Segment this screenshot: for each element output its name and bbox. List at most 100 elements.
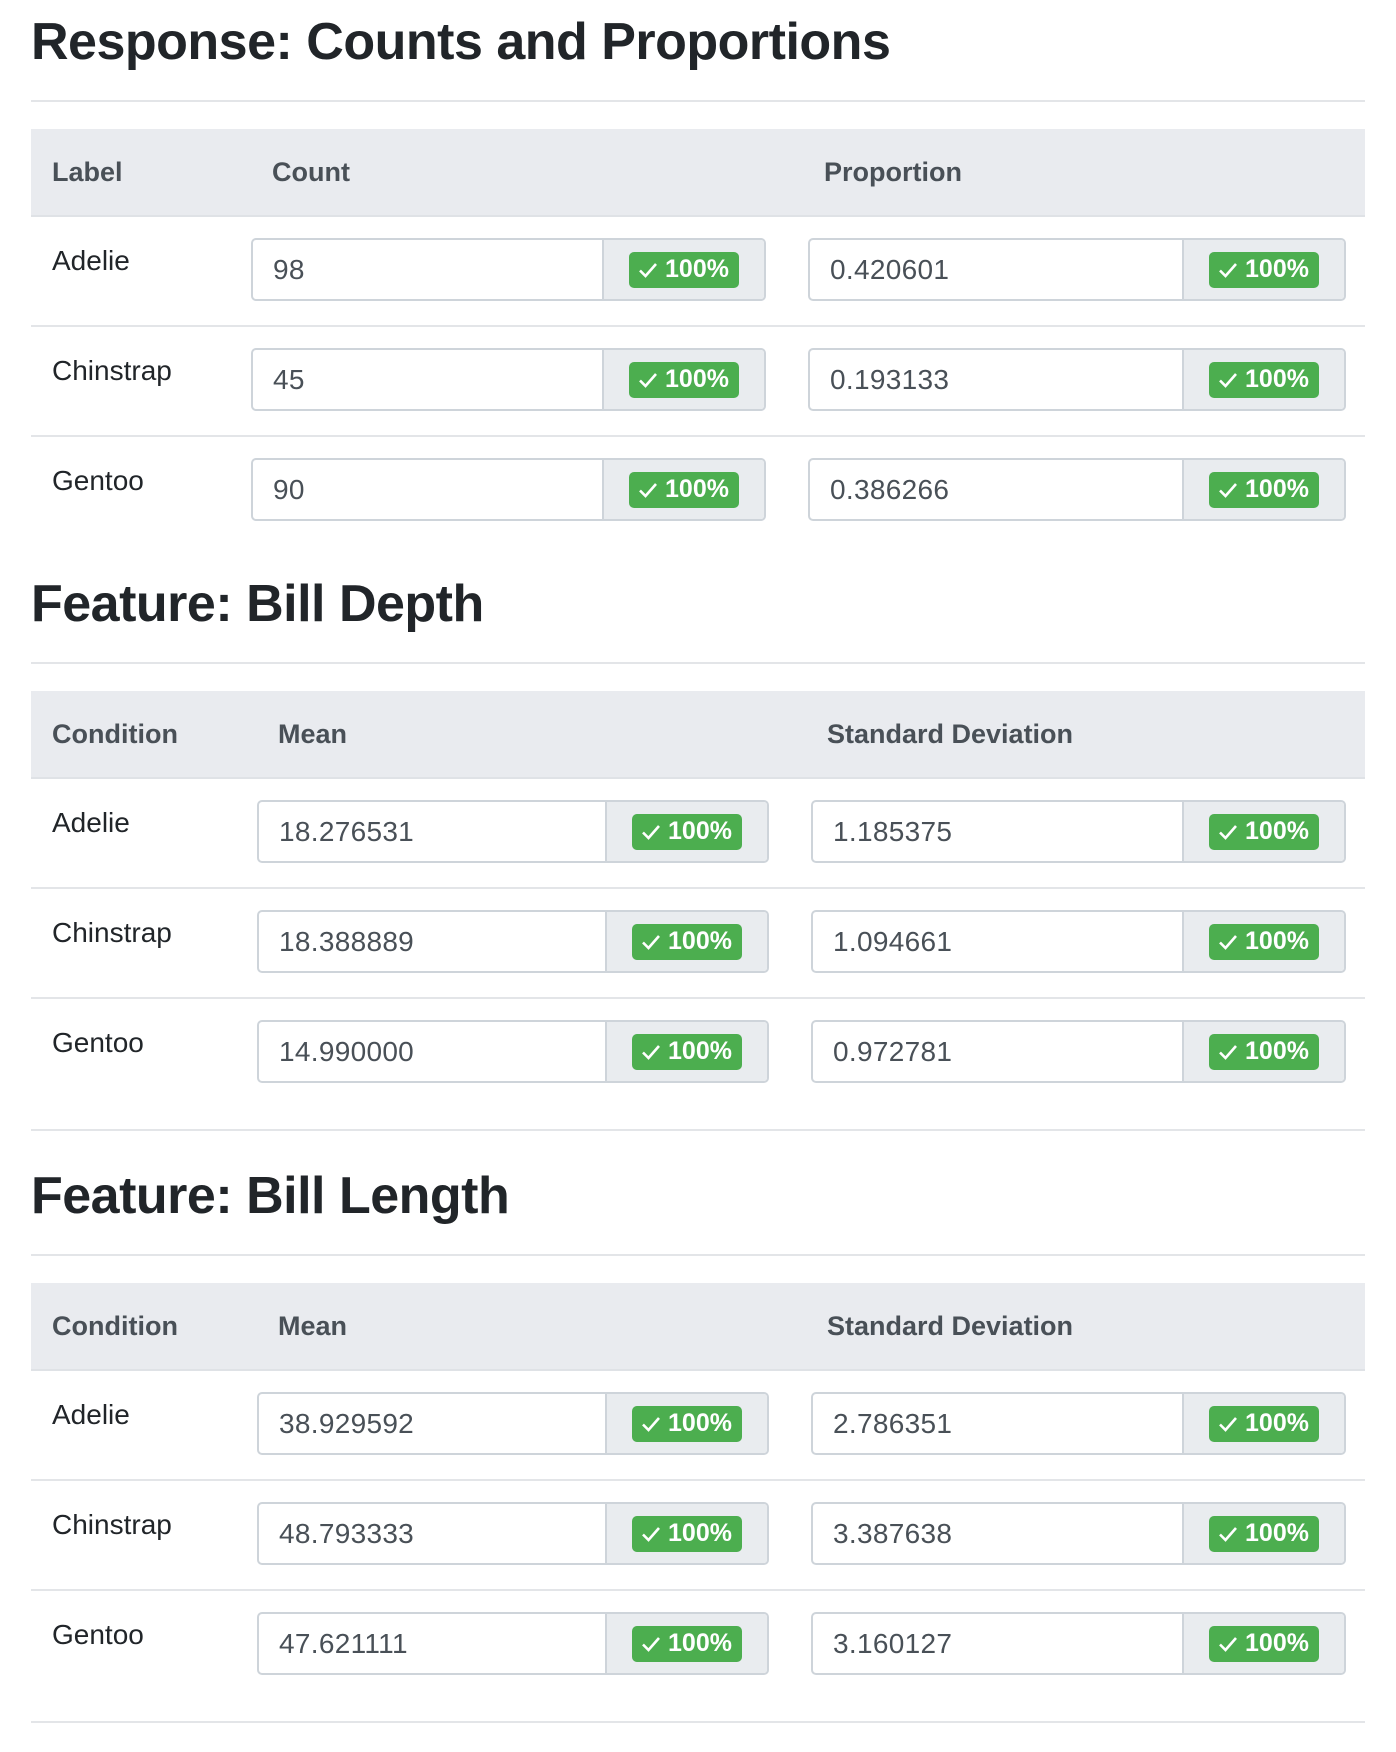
- count-field[interactable]: 45 100%: [251, 348, 766, 411]
- score-badge: 100%: [632, 1405, 742, 1442]
- score-badge: 100%: [1209, 361, 1319, 398]
- proportion-value[interactable]: 0.420601: [810, 240, 1184, 299]
- mean-value[interactable]: 48.793333: [259, 1504, 607, 1563]
- section-title: Feature: Bill Length: [31, 1167, 510, 1225]
- std-value[interactable]: 2.786351: [813, 1394, 1184, 1453]
- score-badge: 100%: [629, 361, 739, 398]
- column-header-proportion: Proportion: [808, 129, 1365, 217]
- table-header-row: Label Count Proportion: [31, 129, 1365, 217]
- score-badge: 100%: [1209, 1515, 1319, 1552]
- column-header-label: Label: [31, 129, 251, 217]
- mean-field[interactable]: 18.388889 100%: [257, 910, 769, 973]
- column-header-condition: Condition: [31, 691, 257, 779]
- table-header-row: Condition Mean Standard Deviation: [31, 691, 1365, 779]
- mean-field[interactable]: 14.990000 100%: [257, 1020, 769, 1083]
- table-row: Chinstrap 45 100% 0.193133 100%: [31, 326, 1365, 437]
- count-value[interactable]: 98: [253, 240, 604, 299]
- std-value[interactable]: 1.185375: [813, 802, 1184, 861]
- column-header-mean: Mean: [257, 691, 811, 779]
- std-value[interactable]: 0.972781: [813, 1022, 1184, 1081]
- mean-value[interactable]: 38.929592: [259, 1394, 607, 1453]
- mean-field[interactable]: 18.276531 100%: [257, 800, 769, 863]
- proportion-field[interactable]: 0.386266 100%: [808, 458, 1346, 521]
- count-field[interactable]: 98 100%: [251, 238, 766, 301]
- mean-value[interactable]: 47.621111: [259, 1614, 607, 1673]
- score-badge: 100%: [632, 1033, 742, 1070]
- proportion-value[interactable]: 0.193133: [810, 350, 1184, 409]
- check-icon: [1219, 1636, 1237, 1652]
- count-field[interactable]: 90 100%: [251, 458, 766, 521]
- std-field[interactable]: 0.972781 100%: [811, 1020, 1346, 1083]
- section-bill-depth: Feature: Bill Depth Condition Mean Stand…: [0, 578, 1396, 1131]
- bill-length-table: Condition Mean Standard Deviation Adelie…: [31, 1283, 1365, 1699]
- score-badge: 100%: [1209, 471, 1319, 508]
- check-icon: [639, 262, 657, 278]
- table-row: Adelie 38.929592 100% 2.786351 100%: [31, 1370, 1365, 1481]
- score-badge: 100%: [1209, 813, 1319, 850]
- section-divider: [31, 1721, 1365, 1723]
- check-icon: [1219, 1044, 1237, 1060]
- mean-field[interactable]: 47.621111 100%: [257, 1612, 769, 1675]
- score-badge: 100%: [632, 813, 742, 850]
- count-value[interactable]: 45: [253, 350, 604, 409]
- check-icon: [1219, 934, 1237, 950]
- table-row: Chinstrap 18.388889 100% 1.094661 100%: [31, 888, 1365, 999]
- score-badge: 100%: [1209, 1033, 1319, 1070]
- check-icon: [642, 824, 660, 840]
- check-icon: [639, 482, 657, 498]
- table-row: Adelie 98 100% 0.420601 100%: [31, 216, 1365, 327]
- proportion-value[interactable]: 0.386266: [810, 460, 1184, 519]
- std-value[interactable]: 3.160127: [813, 1614, 1184, 1673]
- check-icon: [642, 1636, 660, 1652]
- section-bill-length: Feature: Bill Length Condition Mean Stan…: [0, 1170, 1396, 1723]
- score-badge: 100%: [629, 471, 739, 508]
- row-label: Adelie: [52, 1399, 130, 1430]
- check-icon: [639, 372, 657, 388]
- row-label: Chinstrap: [52, 355, 172, 386]
- section-divider: [31, 100, 1365, 102]
- mean-field[interactable]: 38.929592 100%: [257, 1392, 769, 1455]
- column-header-mean: Mean: [257, 1283, 811, 1371]
- section-divider: [31, 1129, 1365, 1131]
- mean-field[interactable]: 48.793333 100%: [257, 1502, 769, 1565]
- check-icon: [1219, 1526, 1237, 1542]
- mean-value[interactable]: 14.990000: [259, 1022, 607, 1081]
- proportion-field[interactable]: 0.193133 100%: [808, 348, 1346, 411]
- std-field[interactable]: 3.387638 100%: [811, 1502, 1346, 1565]
- std-field[interactable]: 1.094661 100%: [811, 910, 1346, 973]
- proportion-field[interactable]: 0.420601 100%: [808, 238, 1346, 301]
- count-value[interactable]: 90: [253, 460, 604, 519]
- column-header-std: Standard Deviation: [811, 691, 1365, 779]
- std-field[interactable]: 2.786351 100%: [811, 1392, 1346, 1455]
- score-badge: 100%: [629, 251, 739, 288]
- table-header-row: Condition Mean Standard Deviation: [31, 1283, 1365, 1371]
- bill-depth-table: Condition Mean Standard Deviation Adelie…: [31, 691, 1365, 1107]
- std-value[interactable]: 3.387638: [813, 1504, 1184, 1563]
- column-header-condition: Condition: [31, 1283, 257, 1371]
- mean-value[interactable]: 18.388889: [259, 912, 607, 971]
- section-title: Feature: Bill Depth: [31, 575, 484, 633]
- section-divider: [31, 1254, 1365, 1256]
- section-title: Response: Counts and Proportions: [31, 13, 891, 71]
- table-row: Gentoo 47.621111 100% 3.160127 100%: [31, 1590, 1365, 1699]
- table-row: Gentoo 14.990000 100% 0.972781 100%: [31, 998, 1365, 1107]
- column-header-std: Standard Deviation: [811, 1283, 1365, 1371]
- score-badge: 100%: [1209, 251, 1319, 288]
- std-field[interactable]: 3.160127 100%: [811, 1612, 1346, 1675]
- row-label: Adelie: [52, 245, 130, 276]
- row-label: Gentoo: [52, 1027, 144, 1058]
- column-header-count: Count: [251, 129, 808, 217]
- score-badge: 100%: [632, 1625, 742, 1662]
- check-icon: [642, 1526, 660, 1542]
- std-field[interactable]: 1.185375 100%: [811, 800, 1346, 863]
- row-label: Gentoo: [52, 1619, 144, 1650]
- section-divider: [31, 662, 1365, 664]
- mean-value[interactable]: 18.276531: [259, 802, 607, 861]
- table-row: Adelie 18.276531 100% 1.185375 100%: [31, 778, 1365, 889]
- check-icon: [642, 934, 660, 950]
- page: Response: Counts and Proportions Label C…: [0, 0, 1396, 1752]
- std-value[interactable]: 1.094661: [813, 912, 1184, 971]
- section-counts: Response: Counts and Proportions Label C…: [0, 16, 1396, 545]
- check-icon: [1219, 372, 1237, 388]
- check-icon: [642, 1044, 660, 1060]
